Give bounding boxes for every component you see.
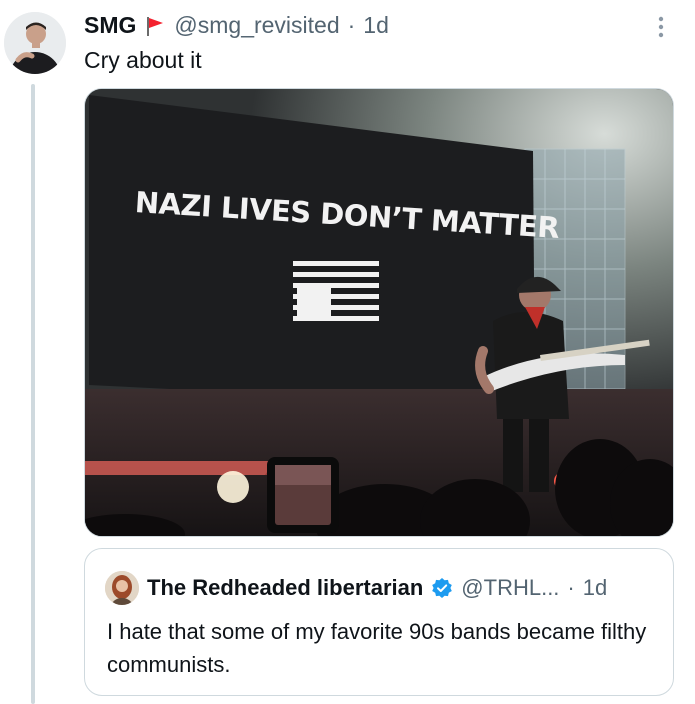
quoted-avatar[interactable] (105, 571, 139, 605)
tweet-media-photo[interactable]: NAZI LIVES DON’T MATTER (84, 88, 674, 537)
tweet[interactable]: SMG @smg_revisited · 1d Cry about it NAZ… (0, 0, 695, 704)
display-name[interactable]: SMG (84, 10, 136, 40)
quoted-tweet-header: The Redheaded libertarian @TRHL... · 1d (105, 571, 607, 605)
phone-in-crowd (267, 457, 339, 533)
red-flag-icon (144, 14, 166, 36)
quoted-tweet[interactable]: The Redheaded libertarian @TRHL... · 1d … (84, 548, 674, 696)
tweet-text: Cry about it (84, 47, 202, 73)
avatar[interactable] (4, 12, 66, 74)
thread-line (31, 84, 35, 704)
quoted-handle[interactable]: @TRHL... (461, 573, 559, 603)
timestamp[interactable]: 1d (363, 10, 389, 40)
verified-badge-icon (431, 577, 453, 599)
quoted-timestamp[interactable]: 1d (583, 573, 607, 603)
quoted-tweet-text: I hate that some of my favorite 90s band… (107, 619, 647, 677)
quoted-separator-dot: · (567, 575, 575, 600)
avatar-image (4, 12, 66, 74)
more-options-icon[interactable] (651, 14, 671, 40)
concert-photo (85, 89, 673, 536)
quoted-display-name[interactable]: The Redheaded libertarian (147, 573, 423, 603)
tweet-header: SMG @smg_revisited · 1d (84, 10, 389, 40)
brand-star-logo (293, 261, 379, 321)
separator-dot: · (347, 12, 356, 38)
handle[interactable]: @smg_revisited (174, 10, 339, 40)
